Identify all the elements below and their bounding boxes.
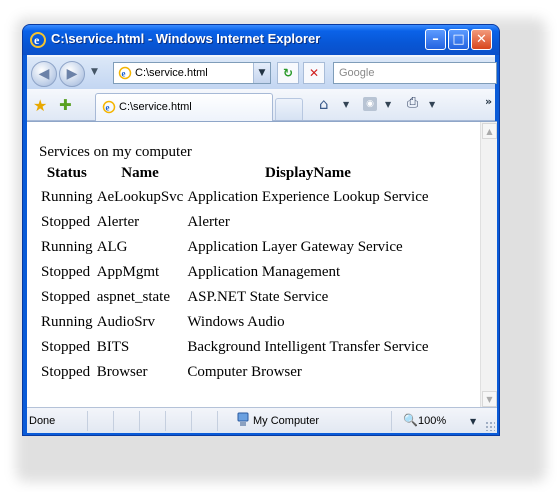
window-title: C:\service.html - Windows Internet Explo… [51,31,321,46]
name-cell: AeLookupSvc [96,189,184,205]
status-cell: Stopped [41,289,91,305]
displayname-cell: Background Intelligent Transfer Service [187,339,429,355]
zoom-dropdown[interactable]: ▼ [470,417,476,426]
back-arrow-icon: ◀ [38,66,50,82]
print-dropdown[interactable]: ▼ [429,100,435,109]
zoom-icon[interactable]: 🔍 [403,413,418,427]
page-heading: Services on my computer [39,144,192,160]
displayname-cell: Application Layer Gateway Service [187,239,403,255]
services-table: Status Name DisplayName Running AeLookup… [39,161,431,385]
recent-pages-dropdown[interactable]: ▼ [91,67,98,77]
status-divider [191,411,192,431]
status-divider [165,411,166,431]
status-cell: Running [41,239,93,255]
displayname-cell: Windows Audio [187,314,285,330]
name-cell: AudioSrv [96,314,156,330]
displayname-cell: ASP.NET State Service [187,289,329,305]
navigation-bar: ◀ ▶ ▼ e C:\service.html ▼ ↻ ✕ Google [27,57,497,89]
zoom-level[interactable]: 100% [418,415,446,427]
name-cell: BITS [96,339,130,355]
status-divider [391,411,392,431]
forward-arrow-icon: ▶ [66,66,78,82]
new-tab-button[interactable] [275,98,303,120]
status-cell: Stopped [41,364,91,380]
tab-label: C:\service.html [119,101,192,113]
name-cell: AppMgmt [96,264,160,280]
displayname-cell: Alerter [187,214,230,230]
name-cell: Alerter [96,214,140,230]
column-header-displayname: DisplayName [265,164,351,181]
home-icon[interactable]: ⌂ [319,95,329,113]
status-divider [139,411,140,431]
page-content: Services on my computer Status Name Disp… [27,121,497,408]
table-row: Running AudioSrv Windows Audio [39,310,431,335]
table-row: Stopped AppMgmt Application Management [39,260,431,285]
table-row: Stopped aspnet_state ASP.NET State Servi… [39,285,431,310]
status-text: Done [29,415,56,427]
displayname-cell: Computer Browser [187,364,302,380]
computer-zone-icon [237,412,249,426]
table-row: Stopped Alerter Alerter [39,210,431,235]
status-cell: Stopped [41,214,91,230]
title-bar[interactable]: e C:\service.html - Windows Internet Exp… [23,25,499,55]
more-commands-chevron[interactable]: » [485,95,492,108]
column-header-name: Name [121,164,159,181]
table-row: Running ALG Application Layer Gateway Se… [39,235,431,260]
column-header-status: Status [46,164,87,181]
vertical-scrollbar[interactable]: ▲ ▼ [480,122,497,408]
displayname-cell: Application Experience Lookup Service [187,189,429,205]
svg-text:e: e [34,33,40,47]
table-row: Stopped BITS Background Intelligent Tran… [39,335,431,360]
refresh-icon: ↻ [282,66,294,80]
svg-text:e: e [122,69,126,79]
scroll-up-button[interactable]: ▲ [482,123,497,139]
status-cell: Stopped [41,264,91,280]
document-body: Services on my computer Status Name Disp… [39,144,431,385]
table-header-row: Status Name DisplayName [39,161,431,185]
table-row: Running AeLookupSvc Application Experien… [39,185,431,210]
scroll-down-button[interactable]: ▼ [482,391,497,407]
svg-text:e: e [106,103,110,113]
feeds-icon[interactable]: ◉ [363,97,377,111]
address-input[interactable]: C:\service.html [135,67,208,79]
status-divider [87,411,88,431]
add-favorites-icon[interactable]: ✚ [59,96,72,114]
stop-button[interactable]: ✕ [303,62,325,84]
table-row: Stopped Browser Computer Browser [39,360,431,385]
name-cell: aspnet_state [96,289,170,305]
feeds-dropdown[interactable]: ▼ [385,100,391,109]
name-cell: ALG [96,239,128,255]
status-cell: Stopped [41,339,91,355]
status-cell: Running [41,189,93,205]
browser-chrome: ◀ ▶ ▼ e C:\service.html ▼ ↻ ✕ Google ★ ✚… [27,55,497,121]
address-bar[interactable]: e C:\service.html ▼ [113,62,271,84]
favorites-star-icon[interactable]: ★ [33,96,47,115]
security-zone-label[interactable]: My Computer [253,415,319,427]
status-divider [217,411,218,431]
favorites-bar: ★ ✚ e C:\service.html ⌂ ▼ ◉ ▼ ⎙ ▼ » [27,89,495,121]
tab-service-html[interactable]: e C:\service.html [95,93,273,121]
page-icon: e [102,100,116,114]
stop-icon: ✕ [308,66,320,80]
status-divider [113,411,114,431]
refresh-button[interactable]: ↻ [277,62,299,84]
print-icon[interactable]: ⎙ [407,95,418,111]
home-dropdown[interactable]: ▼ [343,100,349,109]
resize-grip[interactable] [485,421,495,431]
ie-logo-icon: e [30,32,46,48]
close-button[interactable]: ✕ [471,29,492,50]
status-bar: Done My Computer 🔍 100% ▼ [27,407,497,433]
status-cell: Running [41,314,93,330]
page-icon: e [118,66,132,80]
back-button[interactable]: ◀ [31,61,57,87]
name-cell: Browser [96,364,148,380]
search-input[interactable]: Google [333,62,497,84]
displayname-cell: Application Management [187,264,341,280]
forward-button[interactable]: ▶ [59,61,85,87]
ie-window: e C:\service.html - Windows Internet Exp… [22,24,500,436]
address-dropdown-button[interactable]: ▼ [253,63,270,83]
minimize-button[interactable]: – [425,29,446,50]
maximize-button[interactable]: □ [448,29,469,50]
